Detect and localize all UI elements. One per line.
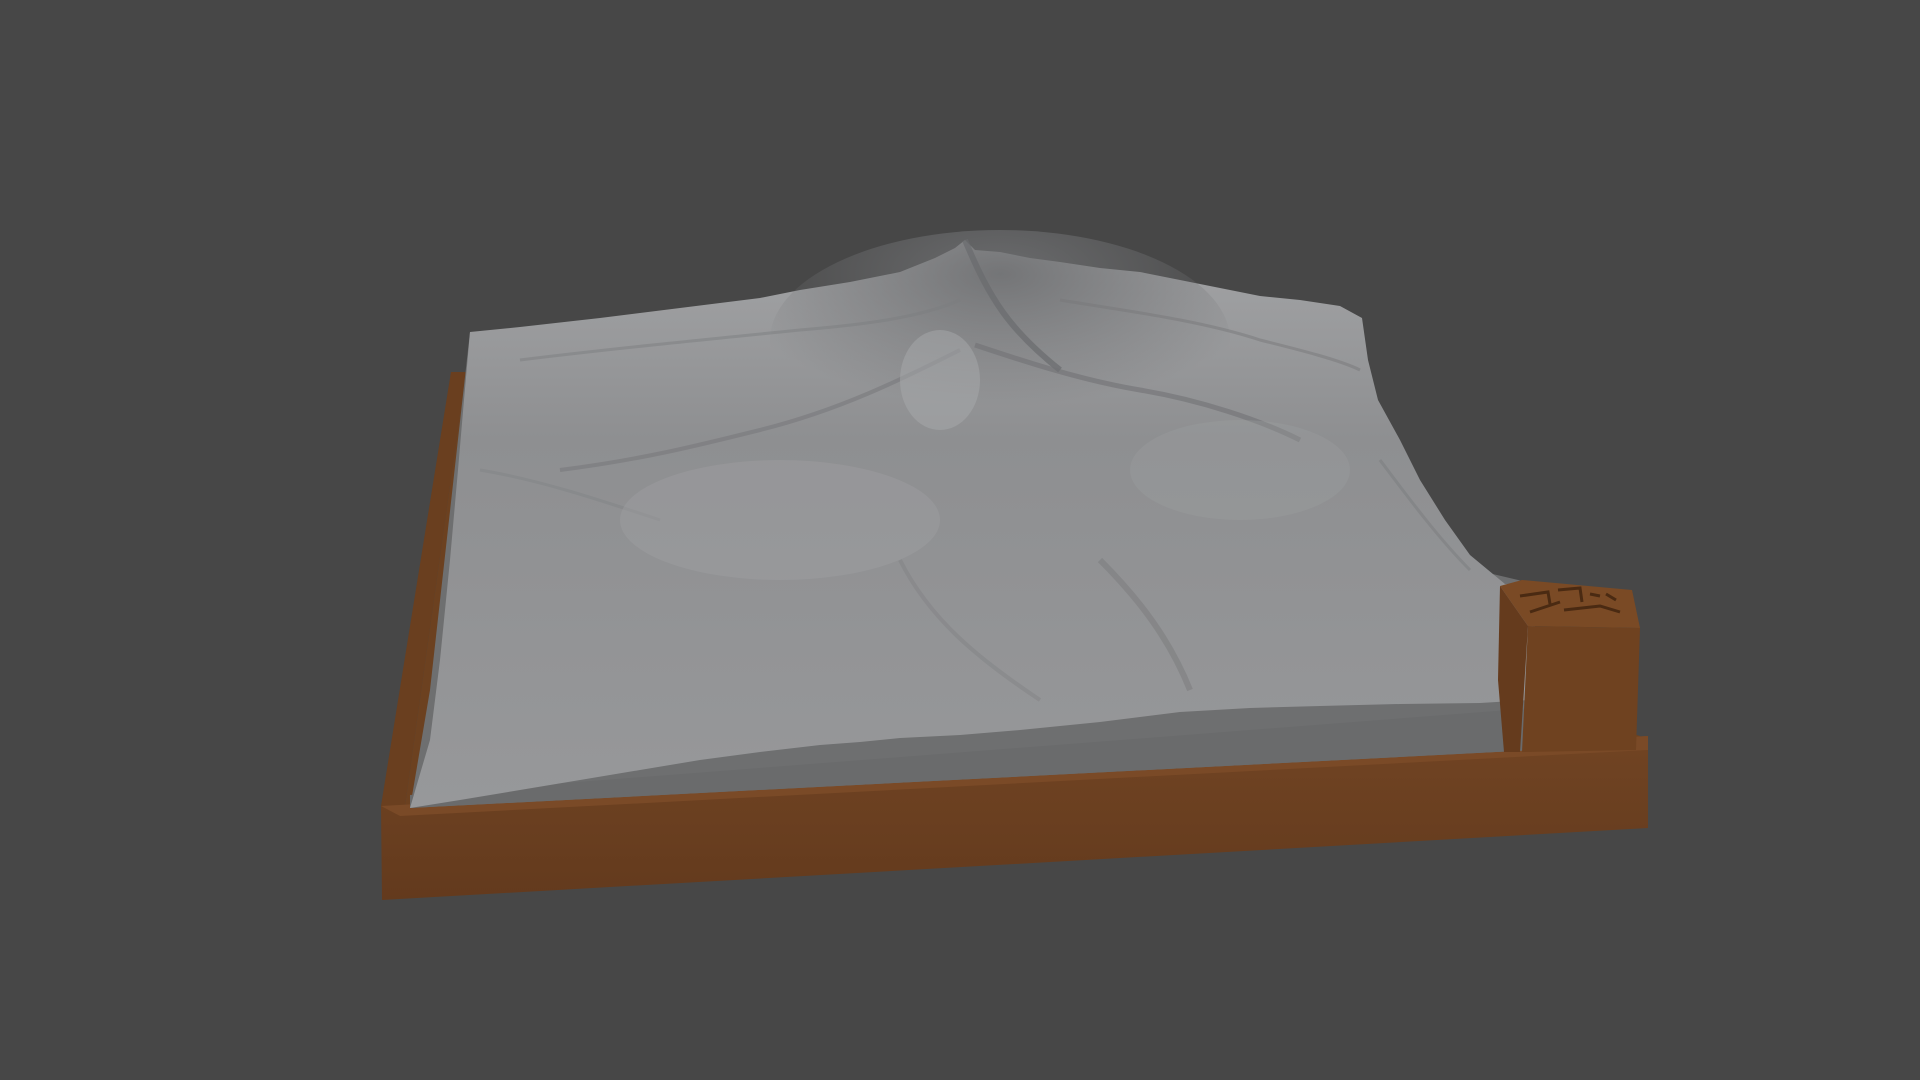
- label-block: [1498, 580, 1640, 752]
- terrain-model-render: [381, 230, 1648, 900]
- 3d-viewport[interactable]: [0, 0, 1920, 1080]
